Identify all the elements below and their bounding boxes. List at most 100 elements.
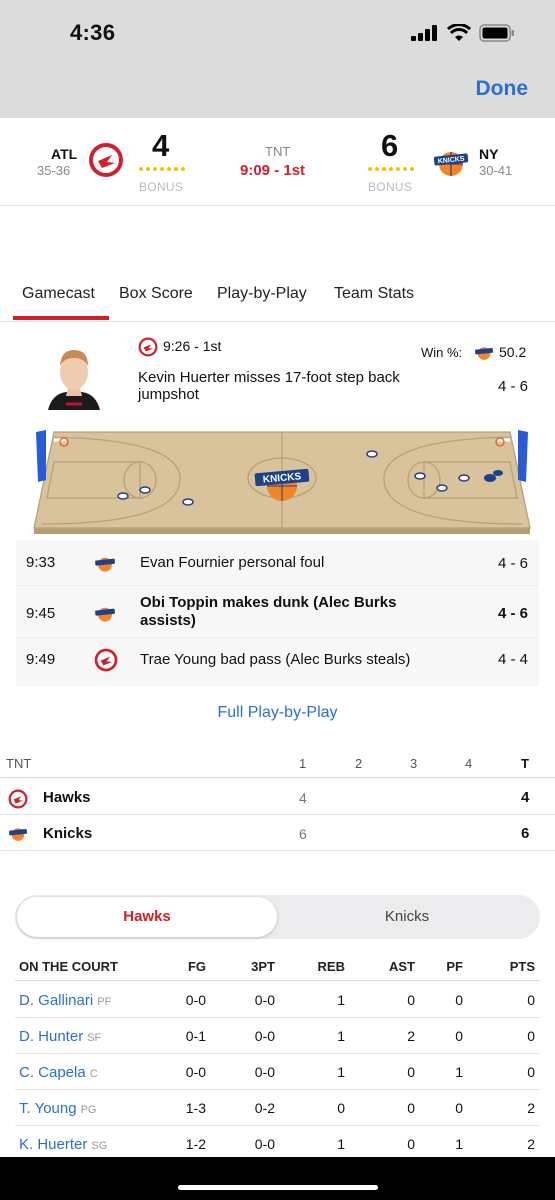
period-3-label: 3 bbox=[410, 756, 418, 771]
header-pf: PF bbox=[446, 959, 463, 974]
player-name[interactable]: D. Hunter bbox=[19, 1028, 83, 1045]
shot-marker-made[interactable] bbox=[484, 474, 496, 482]
away-team-abbr: ATL bbox=[51, 146, 78, 162]
shot-marker[interactable] bbox=[139, 486, 151, 494]
player-name-link[interactable]: C. Capela C bbox=[19, 1064, 98, 1081]
away-bonus-label: BONUS bbox=[139, 180, 184, 194]
play-row[interactable]: 9:49 Trae Young bad pass (Alec Burks ste… bbox=[16, 638, 539, 686]
linescore-team-name: Knicks bbox=[43, 825, 93, 842]
player-row[interactable]: D. Hunter SF 0-1 0-0 1 2 0 0 bbox=[15, 1018, 540, 1054]
header-fg: FG bbox=[187, 959, 206, 974]
stat-pts: 2 bbox=[527, 1100, 535, 1116]
knicks-logo-icon bbox=[474, 347, 494, 360]
player-name[interactable]: D. Gallinari bbox=[19, 992, 93, 1009]
stat-fg: 0-0 bbox=[185, 992, 206, 1008]
stat-reb: 1 bbox=[337, 1136, 345, 1152]
shot-marker-made[interactable] bbox=[493, 470, 503, 476]
shot-marker[interactable] bbox=[117, 492, 129, 500]
linescore-q1: 6 bbox=[299, 826, 307, 842]
player-name[interactable]: C. Capela bbox=[19, 1064, 86, 1081]
team-toggle[interactable]: Hawks Knicks bbox=[15, 895, 540, 939]
tab-gamecast[interactable]: Gamecast bbox=[22, 285, 95, 303]
stat-3pt: 0-0 bbox=[254, 1028, 275, 1044]
linescore-total: 4 bbox=[521, 789, 530, 806]
stat-reb: 1 bbox=[337, 1064, 345, 1080]
wifi-icon bbox=[447, 24, 471, 41]
stat-ast: 0 bbox=[407, 1136, 415, 1152]
stat-pts: 0 bbox=[527, 1028, 535, 1044]
team-toggle-knicks[interactable]: Knicks bbox=[277, 908, 537, 925]
stat-fg: 1-2 bbox=[185, 1136, 206, 1152]
tab-box-score[interactable]: Box Score bbox=[119, 285, 193, 303]
shot-marker[interactable] bbox=[436, 484, 448, 492]
linescore-row-knicks: Knicks 6 6 bbox=[0, 815, 555, 851]
stat-ast: 0 bbox=[407, 1064, 415, 1080]
status-and-nav-area bbox=[0, 0, 555, 118]
stat-pts: 0 bbox=[527, 1064, 535, 1080]
cellular-signal-icon bbox=[411, 25, 437, 41]
stat-reb: 0 bbox=[337, 1100, 345, 1116]
stat-3pt: 0-0 bbox=[254, 1064, 275, 1080]
play-description: Obi Toppin makes dunk (Alec Burks assist… bbox=[140, 594, 397, 629]
shot-marker[interactable] bbox=[366, 450, 378, 458]
stat-reb: 1 bbox=[337, 992, 345, 1008]
player-name-link[interactable]: T. Young PG bbox=[19, 1100, 96, 1117]
player-position: PG bbox=[80, 1104, 97, 1116]
team-toggle-hawks[interactable]: Hawks bbox=[17, 908, 277, 925]
battery-icon bbox=[479, 24, 514, 42]
broadcast-network: TNT bbox=[265, 144, 291, 159]
linescore-row-hawks: Hawks 4 4 bbox=[0, 779, 555, 815]
player-row[interactable]: C. Capela C 0-0 0-0 1 0 1 0 bbox=[15, 1054, 540, 1090]
done-button[interactable]: Done bbox=[476, 77, 529, 101]
stat-3pt: 0-2 bbox=[254, 1100, 275, 1116]
win-probability-label: Win %: bbox=[421, 345, 463, 360]
header-pts: PTS bbox=[509, 959, 535, 974]
player-position: C bbox=[89, 1068, 98, 1080]
tab-team-stats[interactable]: Team Stats bbox=[334, 285, 414, 303]
period-1-label: 1 bbox=[299, 756, 307, 771]
knicks-logo-icon bbox=[95, 607, 115, 622]
away-score: 4 bbox=[152, 128, 170, 163]
full-play-by-play-link[interactable]: Full Play-by-Play bbox=[0, 704, 555, 722]
hawks-logo-icon bbox=[8, 789, 28, 809]
shot-marker[interactable] bbox=[414, 472, 426, 480]
score-header[interactable]: ATL 35-36 4 BONUS TNT 9:09 - 1st 6 BONUS… bbox=[0, 118, 555, 206]
play-row[interactable]: 9:45 Obi Toppin makes dunk (Alec Burks a… bbox=[16, 586, 539, 638]
player-name-link[interactable]: D. Gallinari PF bbox=[19, 992, 111, 1009]
hawks-logo-icon bbox=[89, 143, 123, 177]
game-clock: 9:09 - 1st bbox=[240, 162, 306, 179]
player-position: SF bbox=[87, 1032, 102, 1044]
linescore-team-name: Hawks bbox=[43, 789, 91, 806]
hawks-logo-icon bbox=[138, 337, 158, 357]
home-bonus-label: BONUS bbox=[368, 180, 413, 194]
shot-chart-court[interactable]: KNICKS bbox=[32, 420, 532, 535]
play-time: 9:49 bbox=[26, 651, 56, 668]
stat-pf: 1 bbox=[455, 1064, 463, 1080]
active-tab-indicator bbox=[13, 316, 109, 320]
last-play-score: 4 - 6 bbox=[497, 378, 528, 395]
shot-marker[interactable] bbox=[182, 498, 194, 506]
away-team-record: 35-36 bbox=[37, 163, 71, 178]
shot-marker[interactable] bbox=[458, 474, 470, 482]
last-play-time: 9:26 - 1st bbox=[163, 338, 222, 354]
player-name-link[interactable]: K. Huerter SG bbox=[19, 1136, 107, 1153]
play-score: 4 - 6 bbox=[497, 555, 528, 572]
tab-play-by-play[interactable]: Play-by-Play bbox=[217, 285, 307, 303]
home-indicator[interactable] bbox=[178, 1185, 378, 1190]
stat-3pt: 0-0 bbox=[254, 992, 275, 1008]
player-name[interactable]: T. Young bbox=[19, 1100, 77, 1117]
player-position: SG bbox=[91, 1140, 108, 1152]
header-3pt: 3PT bbox=[251, 959, 275, 974]
header-ast: AST bbox=[389, 959, 415, 974]
play-description: Trae Young bad pass (Alec Burks steals) bbox=[140, 651, 411, 668]
player-name[interactable]: K. Huerter bbox=[19, 1136, 87, 1153]
player-name-link[interactable]: D. Hunter SF bbox=[19, 1028, 101, 1045]
header-on-the-court: ON THE COURT bbox=[19, 959, 118, 974]
play-score: 4 - 6 bbox=[497, 605, 528, 622]
last-play-description: Kevin Huerter misses 17-foot step back j… bbox=[138, 369, 400, 403]
player-row[interactable]: T. Young PG 1-3 0-2 0 0 0 2 bbox=[15, 1090, 540, 1126]
player-row[interactable]: D. Gallinari PF 0-0 0-0 1 0 0 0 bbox=[15, 982, 540, 1018]
stat-pf: 0 bbox=[455, 992, 463, 1008]
home-team-record: 30-41 bbox=[479, 163, 513, 178]
play-row[interactable]: 9:33 Evan Fournier personal foul 4 - 6 bbox=[16, 540, 539, 586]
